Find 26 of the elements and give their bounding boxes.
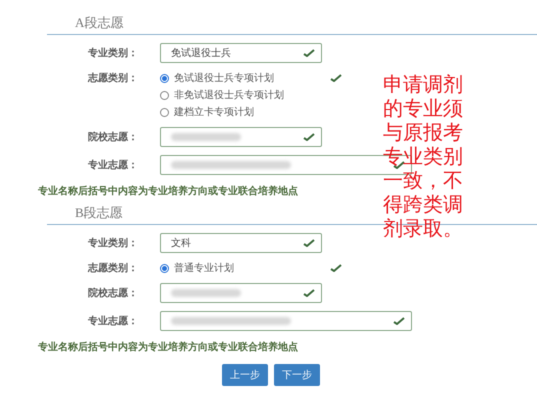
field-label: 专业志愿： bbox=[87, 158, 139, 172]
field-label: 院校志愿： bbox=[87, 130, 139, 144]
field-label: 专业类别： bbox=[87, 236, 139, 250]
step-button[interactable]: 下一步 bbox=[274, 364, 320, 386]
field-label: 志愿类别： bbox=[86, 72, 139, 85]
radio-option[interactable]: 免试退役士兵专项计划 bbox=[160, 71, 284, 85]
field-label: 院校志愿： bbox=[87, 286, 139, 300]
section-title: A段志愿 bbox=[75, 15, 124, 30]
radio-option[interactable]: 普通专业计划 bbox=[160, 261, 234, 275]
field-label: 专业类别： bbox=[87, 46, 139, 60]
note-text: 专业名称后括号中内容为专业培养方向或专业联合培养地点 bbox=[38, 340, 298, 354]
note-text: 专业名称后括号中内容为专业培养方向或专业联合培养地点 bbox=[38, 184, 298, 198]
field-label: 志愿类别： bbox=[86, 262, 139, 275]
section-title: B段志愿 bbox=[75, 205, 123, 220]
radio-option[interactable]: 非免试退役士兵专项计划 bbox=[160, 88, 284, 102]
select-field[interactable]: 文科 bbox=[160, 233, 322, 253]
step-button[interactable]: 上一步 bbox=[222, 364, 268, 386]
select-field[interactable]: 免试退役士兵 bbox=[160, 43, 322, 63]
blurred-value bbox=[171, 289, 241, 297]
select-field[interactable] bbox=[160, 127, 322, 147]
annotation-text: 申请调剂的专业须与原报考专业类别一致，不得跨类调剂录取。 bbox=[383, 72, 464, 240]
field-label: 专业志愿： bbox=[87, 314, 139, 328]
blurred-value bbox=[171, 133, 241, 141]
select-field[interactable] bbox=[160, 283, 322, 303]
radio-option[interactable]: 建档立卡专项计划 bbox=[160, 105, 284, 119]
select-field[interactable] bbox=[160, 311, 412, 331]
